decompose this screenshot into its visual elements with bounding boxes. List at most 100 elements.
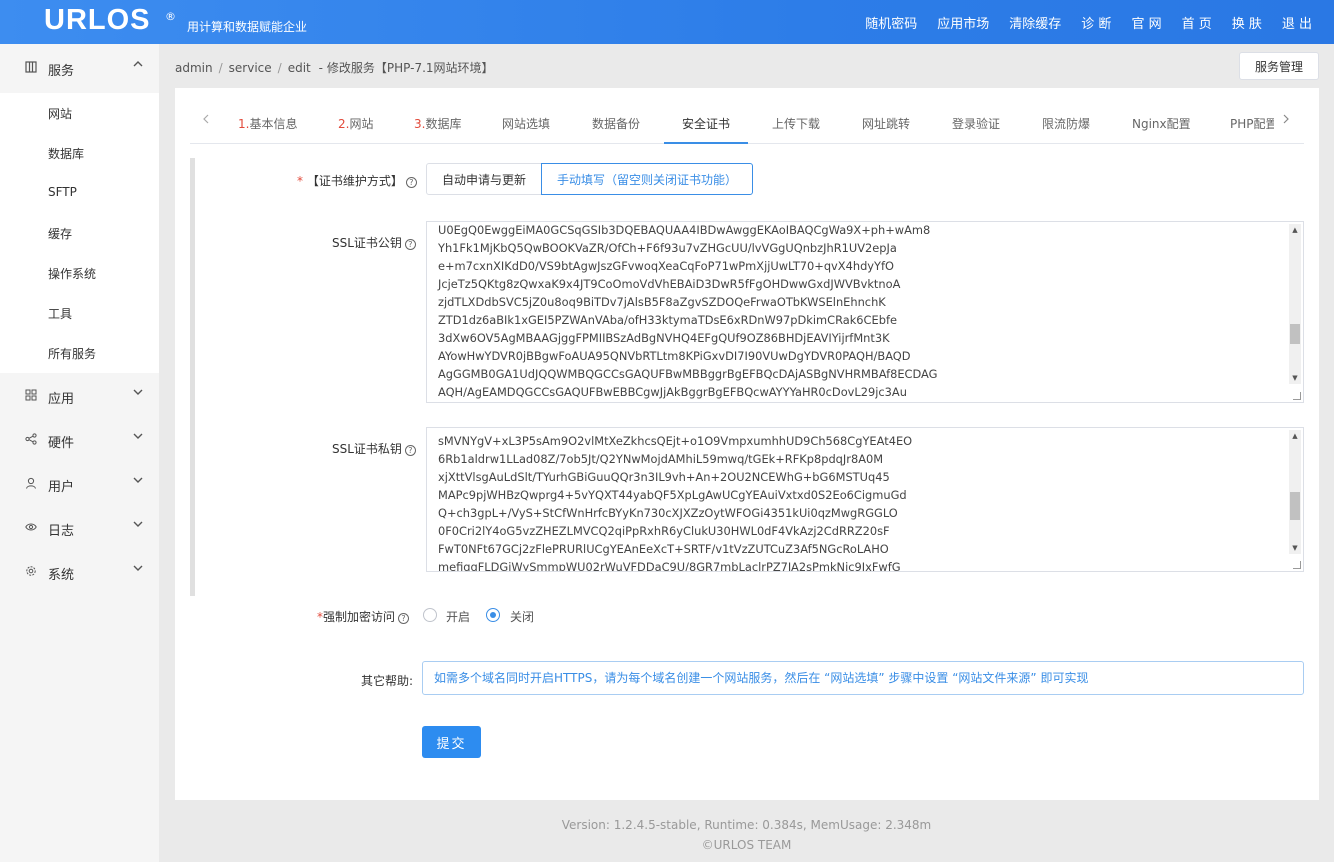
gear-icon <box>24 565 38 579</box>
slogan: 用计算和数据赋能企业 <box>187 20 308 34</box>
tab-basic-info[interactable]: 1.基本信息 <box>238 115 297 132</box>
sidebar-item-sftp[interactable]: SFTP <box>48 185 77 199</box>
sidebar-item-website[interactable]: 网站 <box>48 105 72 122</box>
nav-home[interactable]: 首 页 <box>1172 13 1222 32</box>
nav-skin[interactable]: 换 肤 <box>1222 13 1272 32</box>
page-title: 修改服务【PHP-7.1网站环境】 <box>326 61 494 75</box>
chevron-down-icon <box>133 563 143 576</box>
share-icon <box>24 433 38 447</box>
chevron-down-icon <box>133 475 143 488</box>
breadcrumb-service[interactable]: service <box>229 61 272 75</box>
sidebar-item-database[interactable]: 数据库 <box>48 145 84 162</box>
force-https-off-label[interactable]: 关闭 <box>510 608 534 625</box>
breadcrumb-dash: - <box>318 61 323 75</box>
help-icon[interactable]: ? <box>398 613 410 624</box>
scroll-up-icon[interactable]: ▲ <box>1289 430 1301 442</box>
help-icon[interactable]: ? <box>404 239 416 250</box>
sidebar-group-label: 系统 <box>48 568 75 583</box>
public-key-scrollbar[interactable]: ▲ ▼ <box>1289 224 1301 384</box>
nav-official-site[interactable]: 官 网 <box>1121 13 1171 32</box>
tab-scroll-left-icon[interactable] <box>201 113 211 128</box>
sidebar-item-all-services[interactable]: 所有服务 <box>48 345 96 362</box>
tab-database[interactable]: 3.数据库 <box>414 115 461 132</box>
force-https-off-radio[interactable] <box>486 608 500 622</box>
sidebar-group-system[interactable]: 系统 <box>0 550 159 594</box>
help-label: 其它帮助: <box>361 674 414 688</box>
force-https-on-radio[interactable] <box>423 608 437 622</box>
nav-clear-cache[interactable]: 清除缓存 <box>999 13 1071 32</box>
sidebar-group-app[interactable]: 应用 <box>0 374 159 418</box>
sidebar-group-label: 服务 <box>48 64 75 79</box>
service-manage-button[interactable]: 服务管理 <box>1239 52 1319 80</box>
private-key-textarea[interactable]: sMVNYgV+xL3P5sAm9O2vlMtXeZkhcsQEjt+o1O9V… <box>426 427 1304 572</box>
sidebar: 服务 网站 数据库 SFTP 缓存 操作系统 工具 所有服务 应用 硬件 用户 … <box>0 44 159 862</box>
sidebar-service-submenu: 网站 数据库 SFTP 缓存 操作系统 工具 所有服务 <box>0 93 159 373</box>
sidebar-item-tools[interactable]: 工具 <box>48 305 72 322</box>
scroll-down-icon[interactable]: ▼ <box>1289 372 1301 384</box>
nav-logout[interactable]: 退 出 <box>1272 13 1322 32</box>
submit-button[interactable]: 提交 <box>422 726 481 758</box>
nav-random-password[interactable]: 随机密码 <box>855 13 927 32</box>
eye-icon <box>24 521 38 535</box>
tab-scroll-right-icon[interactable] <box>1281 113 1291 128</box>
sidebar-item-cache[interactable]: 缓存 <box>48 225 72 242</box>
apps-icon <box>24 389 38 403</box>
public-key-text: U0EgQ0EwggEiMA0GCSqGSIb3DQEBAQUAA4IBDwAw… <box>438 223 938 399</box>
sidebar-item-os[interactable]: 操作系统 <box>48 265 96 282</box>
sidebar-group-hardware[interactable]: 硬件 <box>0 418 159 462</box>
private-key-label: SSL证书私钥? <box>332 440 416 457</box>
footer-version: Version: 1.2.4.5-stable, Runtime: 0.384s… <box>561 818 932 832</box>
tab-website-optional[interactable]: 网站选填 <box>502 115 550 132</box>
help-icon[interactable]: ? <box>405 177 417 188</box>
breadcrumb-admin[interactable]: admin <box>175 61 213 75</box>
registered-mark: ® <box>165 10 176 23</box>
cert-auto-option[interactable]: 自动申请与更新 <box>426 163 542 195</box>
private-key-scrollbar[interactable]: ▲ ▼ <box>1289 430 1301 554</box>
chevron-up-icon <box>133 59 143 72</box>
sidebar-group-user[interactable]: 用户 <box>0 462 159 506</box>
chevron-down-icon <box>133 387 143 400</box>
scroll-up-icon[interactable]: ▲ <box>1289 224 1301 236</box>
chevron-down-icon <box>133 431 143 444</box>
scroll-down-icon[interactable]: ▼ <box>1289 542 1301 554</box>
tab-url-redirect[interactable]: 网址跳转 <box>862 115 910 132</box>
cert-method-label: * 【证书维护方式】? <box>297 172 417 189</box>
resize-handle-icon[interactable] <box>1293 392 1301 400</box>
sidebar-group-label: 应用 <box>48 392 75 407</box>
logo[interactable]: URLOS <box>44 4 151 37</box>
public-key-label: SSL证书公钥? <box>332 234 416 251</box>
public-key-textarea[interactable]: U0EgQ0EwggEiMA0GCSqGSIb3DQEBAQUAA4IBDwAw… <box>426 221 1304 403</box>
sidebar-group-label: 硬件 <box>48 436 75 451</box>
nav-diagnose[interactable]: 诊 断 <box>1071 13 1121 32</box>
breadcrumb-edit: edit <box>287 61 311 75</box>
nav-app-market[interactable]: 应用市场 <box>927 13 999 32</box>
tab-data-backup[interactable]: 数据备份 <box>592 115 640 132</box>
force-https-on-label[interactable]: 开启 <box>446 608 470 625</box>
cert-manual-option[interactable]: 手动填写（留空则关闭证书功能） <box>541 163 753 195</box>
tab-website[interactable]: 2.网站 <box>338 115 373 132</box>
help-info-box: 如需多个域名同时开启HTTPS，请为每个域名创建一个网站服务，然后在 “网站选填… <box>422 661 1304 695</box>
private-key-text: sMVNYgV+xL3P5sAm9O2vlMtXeZkhcsQEjt+o1O9V… <box>438 434 913 572</box>
tab-rate-limit[interactable]: 限流防爆 <box>1042 115 1090 132</box>
sidebar-group-label: 用户 <box>48 480 75 495</box>
sidebar-group-log[interactable]: 日志 <box>0 506 159 550</box>
sidebar-group-service[interactable]: 服务 <box>0 46 159 90</box>
force-https-label: *强制加密访问? <box>317 608 410 625</box>
tab-login-auth[interactable]: 登录验证 <box>952 115 1000 132</box>
resize-handle-icon[interactable] <box>1293 561 1301 569</box>
top-bar: URLOS ® 用计算和数据赋能企业 随机密码 应用市场 清除缓存 诊 断 官 … <box>0 0 1334 44</box>
active-tab-indicator <box>664 142 748 144</box>
chevron-down-icon <box>133 519 143 532</box>
tab-nginx-config[interactable]: Nginx配置 <box>1132 115 1191 132</box>
sidebar-group-label: 日志 <box>48 524 75 539</box>
help-icon[interactable]: ? <box>404 445 416 456</box>
footer-copyright: ©URLOS TEAM <box>701 838 792 852</box>
grid-icon <box>24 61 38 75</box>
breadcrumb: admin / service / edit - 修改服务【PHP-7.1网站环境】 <box>175 61 494 75</box>
tab-php-config[interactable]: PHP配置 <box>1230 115 1274 132</box>
user-icon <box>24 477 38 491</box>
top-nav: 随机密码 应用市场 清除缓存 诊 断 官 网 首 页 换 肤 退 出 <box>855 0 1322 44</box>
section-left-bar <box>190 158 195 596</box>
tab-upload-download[interactable]: 上传下载 <box>772 115 820 132</box>
tab-ssl-cert[interactable]: 安全证书 <box>682 115 730 132</box>
